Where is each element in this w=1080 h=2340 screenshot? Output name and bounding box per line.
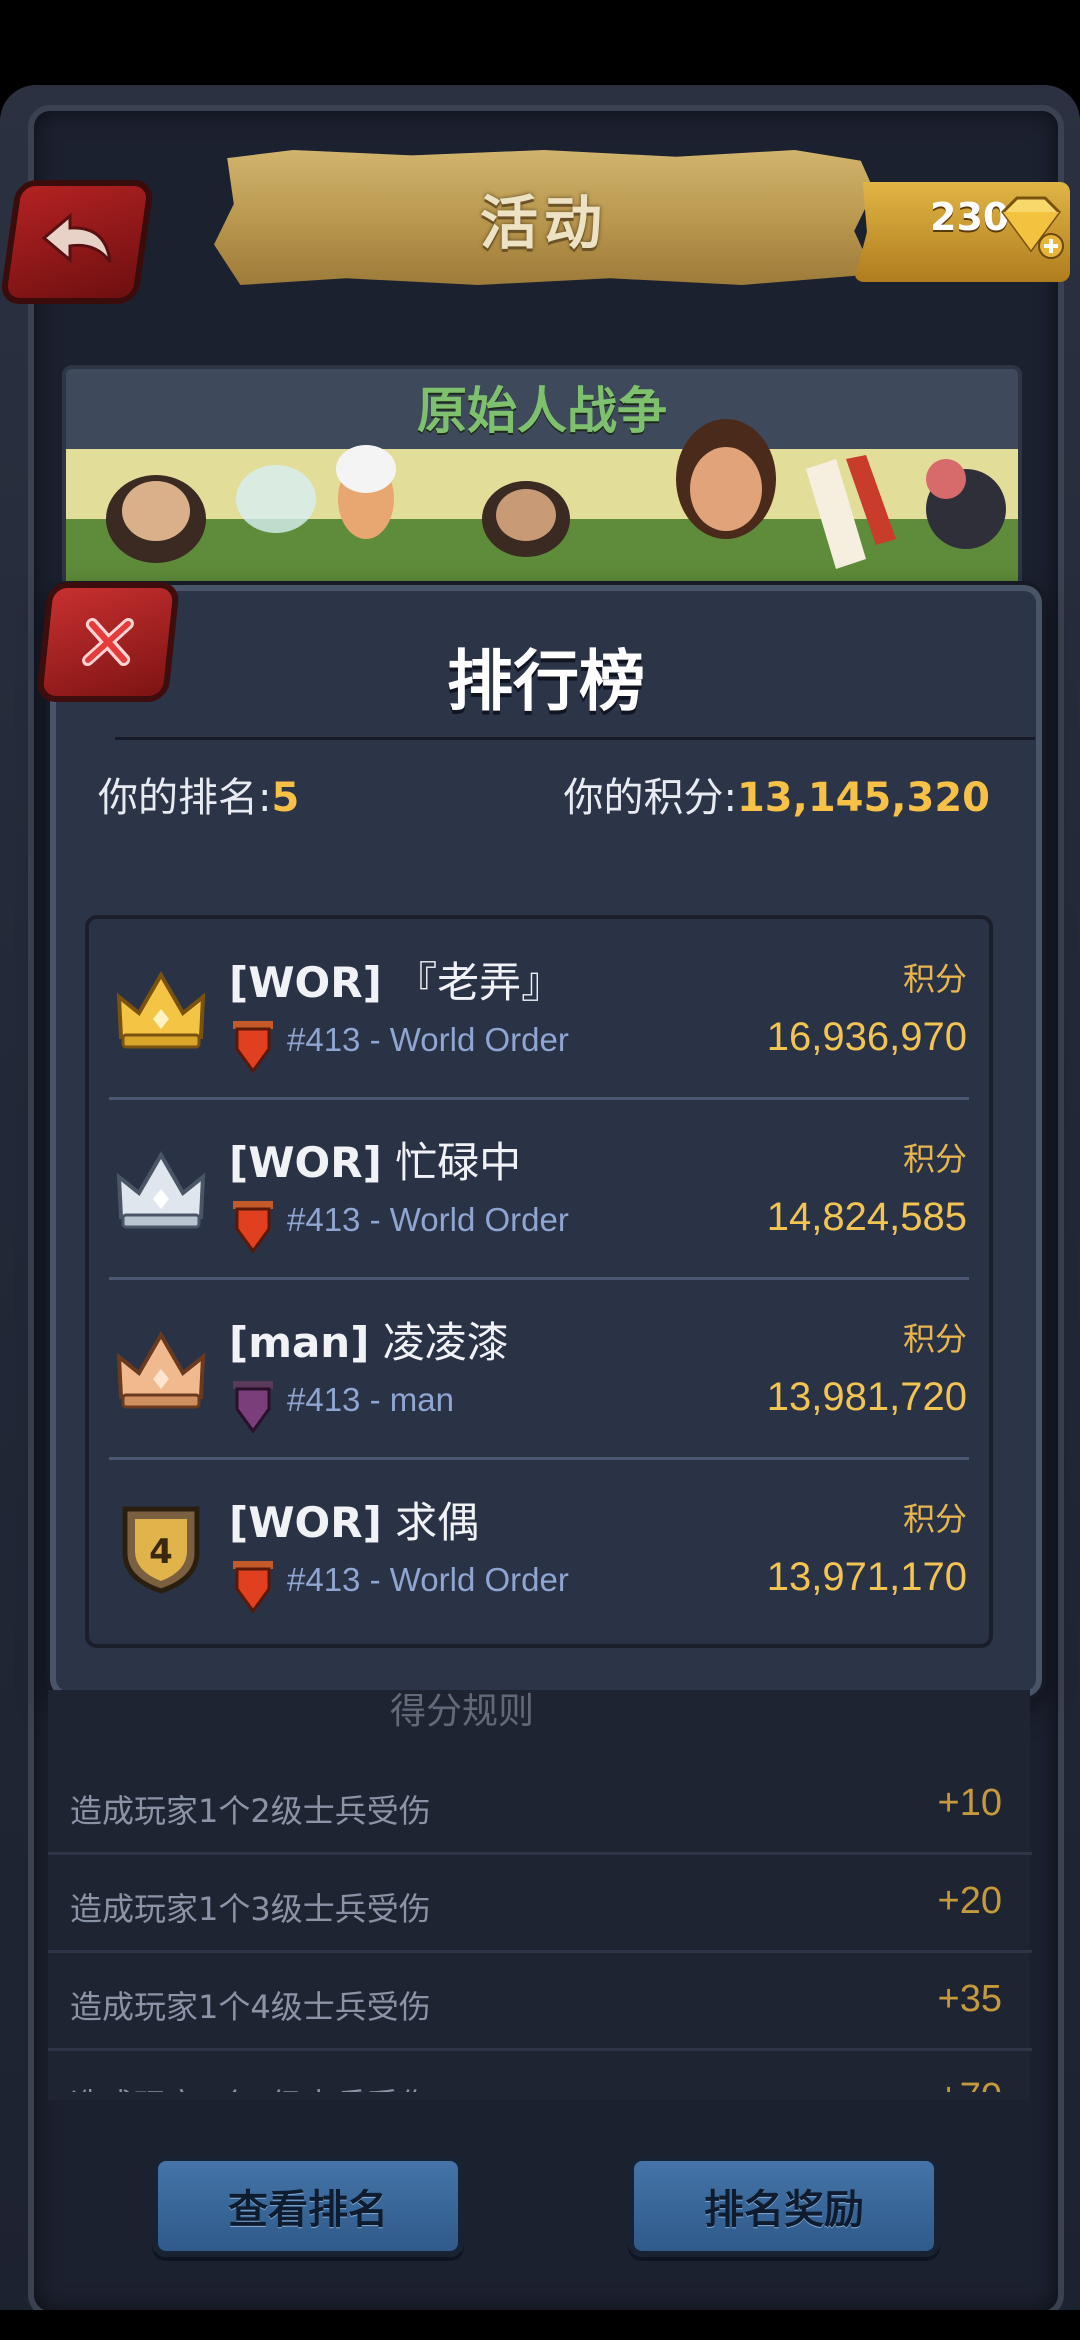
guild-flag-icon <box>233 1561 273 1613</box>
diamond-plus-icon[interactable] <box>995 190 1067 262</box>
rule-text: 造成玩家1个4级士兵受伤 <box>70 1988 431 2026</box>
alliance-tag: [man] <box>229 1318 370 1367</box>
ranking-list[interactable]: [WOR] 『老弄』 #413 - World Order 积分 16,936,… <box>85 915 993 1648</box>
player-nickname: 求偶 <box>395 1498 480 1547</box>
player-score: 16,936,970 <box>766 1015 967 1059</box>
your-score: 你的积分:13,145,320 <box>563 765 990 823</box>
close-button[interactable] <box>35 582 181 702</box>
guild-flag-icon <box>233 1021 273 1073</box>
score-label: 积分 <box>902 1140 967 1178</box>
player-name: [WOR] 『老弄』 <box>229 949 563 1010</box>
player-name: [WOR] 求偶 <box>229 1489 479 1550</box>
title-banner: 活动 <box>214 150 874 285</box>
ranking-row[interactable]: [man] 凌凌漆 #413 - man 积分 13,981,720 <box>89 1279 989 1459</box>
alliance-tag: [WOR] <box>229 1138 382 1187</box>
your-rank-label: 你的排名: <box>98 775 272 821</box>
guild-info: #413 - man <box>287 1381 454 1418</box>
silver-crown-icon <box>116 1151 206 1229</box>
player-name: [WOR] 忙碌中 <box>229 1129 521 1190</box>
score-label: 积分 <box>902 960 967 998</box>
rank-number: 4 <box>149 1532 173 1572</box>
ranking-row[interactable]: [WOR] 忙碌中 #413 - World Order 积分 14,824,5… <box>89 1099 989 1279</box>
bottom-strip <box>0 2310 1080 2340</box>
rule-divider <box>48 1852 1032 1855</box>
modal-divider <box>115 737 1035 740</box>
bronze-crown-icon <box>116 1331 206 1409</box>
player-score: 13,981,720 <box>766 1375 967 1419</box>
rule-row: 造成玩家1个2级士兵受伤 +10 <box>48 1758 1032 1854</box>
ranking-row[interactable]: [WOR] 『老弄』 #413 - World Order 积分 16,936,… <box>89 919 989 1099</box>
rule-points: +35 <box>937 1978 1002 2020</box>
view-ranking-button[interactable]: 查看排名 <box>152 2155 464 2257</box>
rule-points: +20 <box>937 1880 1002 1922</box>
rules-heading: 得分规则 <box>390 1691 535 1732</box>
event-title: 原始人战争 <box>417 382 667 440</box>
score-label: 积分 <box>902 1320 967 1358</box>
back-arrow-icon <box>41 212 112 264</box>
leaderboard-title: 排行榜 <box>447 643 645 720</box>
your-score-label: 你的积分: <box>563 775 737 821</box>
player-name: [man] 凌凌漆 <box>229 1309 509 1370</box>
rule-divider <box>48 2048 1032 2051</box>
back-button[interactable] <box>0 180 155 304</box>
your-score-value: 13,145,320 <box>736 775 990 821</box>
close-icon <box>82 618 134 666</box>
player-nickname: 忙碌中 <box>395 1138 522 1187</box>
guild-flag-icon <box>233 1381 273 1433</box>
ranking-row[interactable]: 4 [WOR] 求偶 #413 - World Order 积分 13,971,… <box>89 1459 989 1639</box>
player-score: 13,971,170 <box>766 1555 967 1599</box>
your-rank-value: 5 <box>271 775 300 821</box>
guild-info: #413 - World Order <box>287 1021 569 1058</box>
your-rank: 你的排名:5 <box>98 765 299 823</box>
rule-row: 造成玩家1个3级士兵受伤 +20 <box>48 1856 1032 1952</box>
player-nickname: 凌凌漆 <box>382 1318 509 1367</box>
alliance-tag: [WOR] <box>229 1498 382 1547</box>
rule-text: 造成玩家1个2级士兵受伤 <box>70 1792 431 1830</box>
ranking-reward-button[interactable]: 排名奖励 <box>628 2155 940 2257</box>
rule-text: 造成玩家1个5级士兵受伤 <box>70 2080 431 2092</box>
rule-points: +70 <box>938 2076 1002 2092</box>
alliance-tag: [WOR] <box>229 958 382 1007</box>
guild-info: #413 - World Order <box>287 1201 569 1238</box>
rule-text: 造成玩家1个3级士兵受伤 <box>70 1890 431 1928</box>
gold-crown-icon <box>116 971 206 1049</box>
rule-points: +10 <box>937 1782 1002 1824</box>
guild-flag-icon <box>233 1201 273 1253</box>
player-score: 14,824,585 <box>766 1195 967 1239</box>
rule-row: 造成玩家1个5级士兵受伤 +70 <box>48 2052 1032 2092</box>
rank-4-shield-icon: 4 <box>122 1506 200 1594</box>
score-label: 积分 <box>902 1500 967 1538</box>
rule-divider <box>48 1950 1032 1953</box>
guild-info: #413 - World Order <box>287 1561 569 1598</box>
page-title: 活动 <box>479 188 608 257</box>
rule-row: 造成玩家1个4级士兵受伤 +35 <box>48 1954 1032 2050</box>
player-nickname: 『老弄』 <box>395 958 564 1007</box>
